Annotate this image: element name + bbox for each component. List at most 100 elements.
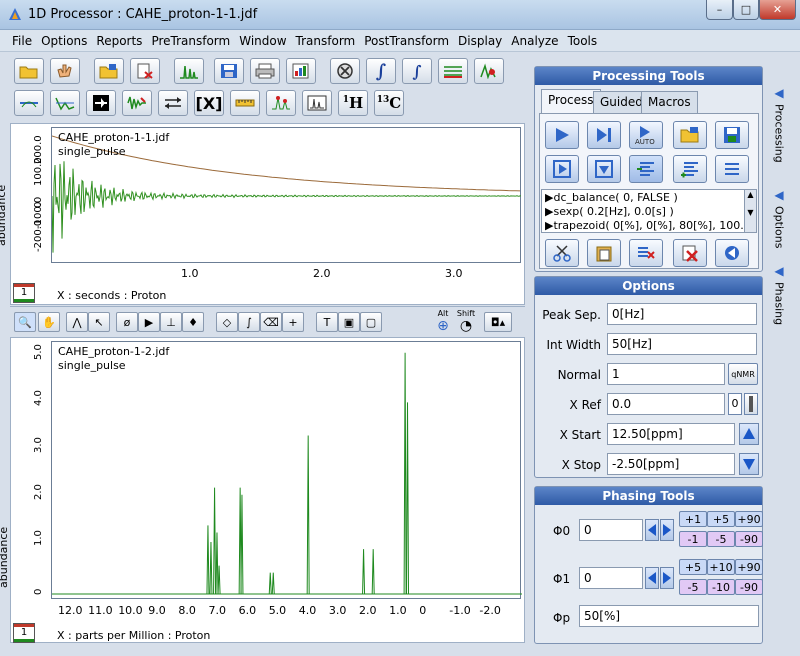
down-box-icon[interactable] — [587, 155, 621, 183]
peak-label-icon[interactable] — [266, 90, 296, 116]
xref-tool-icon[interactable] — [744, 393, 758, 415]
save-macro-icon[interactable] — [715, 121, 749, 149]
phi0-right-icon[interactable] — [660, 519, 674, 541]
side-tab-processing[interactable]: ◀ Processing — [768, 86, 790, 176]
save-icon[interactable] — [214, 58, 244, 84]
menu-reports[interactable]: Reports — [96, 34, 142, 48]
tab-macros[interactable]: Macros — [641, 91, 698, 113]
menu-transform[interactable]: Transform — [296, 34, 356, 48]
phi1-right-icon[interactable] — [660, 567, 674, 589]
macro-list[interactable]: ▶dc_balance( 0, FALSE ) ▶sexp( 0.2[Hz], … — [541, 189, 757, 233]
frame-tool-icon[interactable]: ▢ — [360, 312, 382, 332]
phi0-plus1-button[interactable]: +1 — [679, 511, 707, 527]
phi1-field[interactable]: 0 — [579, 567, 643, 589]
delete-item-icon[interactable] — [629, 239, 663, 267]
xref-zero-button[interactable]: 0 — [728, 393, 742, 415]
integrate-icon[interactable]: ∫ — [366, 58, 396, 84]
menu-posttransform[interactable]: PostTransform — [364, 34, 449, 48]
macro-scrollbar[interactable]: ▲ ▼ — [744, 190, 756, 232]
proton-mode-button[interactable]: 1H — [338, 90, 368, 116]
phi0-left-icon[interactable] — [645, 519, 659, 541]
carbon-mode-button[interactable]: 13C — [374, 90, 404, 116]
close-file-icon[interactable] — [130, 58, 160, 84]
auto-icon[interactable]: AUTO — [629, 121, 663, 149]
baseline-tool-icon[interactable]: ⊥ — [160, 312, 182, 332]
zoom-icon[interactable]: 🔍 — [14, 312, 36, 332]
qnmr-button[interactable]: qNMR — [728, 363, 758, 385]
side-tab-phasing[interactable]: ◀ Phasing — [768, 264, 790, 330]
view-mode-dropdown[interactable]: ◘▴ — [484, 312, 512, 332]
xstop-field[interactable]: -2.50[ppm] — [607, 453, 735, 475]
box-tool-icon[interactable]: ▣ — [338, 312, 360, 332]
maximize-button[interactable]: □ — [733, 0, 759, 20]
peak-tool-icon[interactable]: ♦ — [182, 312, 204, 332]
phi0-minus90-button[interactable]: -90 — [735, 531, 763, 547]
xstart-up-icon[interactable] — [739, 423, 759, 445]
xref-field[interactable]: 0.0 — [607, 393, 725, 415]
phase-tool-icon[interactable]: ø — [116, 312, 138, 332]
phi0-plus90-button[interactable]: +90 — [735, 511, 763, 527]
open-file-icon[interactable] — [94, 58, 124, 84]
text-tool-icon[interactable]: T — [316, 312, 338, 332]
undo-icon[interactable] — [715, 239, 749, 267]
phi1-plus5-button[interactable]: +5 — [679, 559, 707, 575]
peak-region-icon[interactable]: ⋀ — [66, 312, 88, 332]
peak-pick-icon[interactable] — [474, 58, 504, 84]
menu-pretransform[interactable]: PreTransform — [151, 34, 230, 48]
bracket-icon[interactable]: [X] — [194, 90, 224, 116]
int-width-field[interactable]: 50[Hz] — [607, 333, 757, 355]
phip-field[interactable]: 50[%] — [579, 605, 759, 627]
phi0-minus5-button[interactable]: -5 — [707, 531, 735, 547]
menu-display[interactable]: Display — [458, 34, 502, 48]
menu-tools[interactable]: Tools — [568, 34, 598, 48]
cancel-icon[interactable] — [330, 58, 360, 84]
menu-file[interactable]: File — [12, 34, 32, 48]
shift-zoom-icon[interactable]: Shift ◔ — [456, 309, 476, 335]
fid-plot-area[interactable]: CAHE_proton-1-1.jdf single_pulse — [51, 127, 521, 263]
phi1-plus90-button[interactable]: +90 — [735, 559, 763, 575]
print-icon[interactable] — [250, 58, 280, 84]
phi1-minus90-button[interactable]: -90 — [735, 579, 763, 595]
spectrum-plot-area[interactable]: CAHE_proton-1-2.jdf single_pulse — [51, 341, 522, 599]
spectrum-icon[interactable] — [174, 58, 204, 84]
menu-options[interactable]: Options — [41, 34, 87, 48]
menu-analyze[interactable]: Analyze — [511, 34, 558, 48]
macro-item[interactable]: ▶sexp( 0.2[Hz], 0.0[s] ) — [545, 205, 753, 219]
xstart-field[interactable]: 12.50[ppm] — [607, 423, 735, 445]
xstop-down-icon[interactable] — [739, 453, 759, 475]
load-macro-icon[interactable] — [673, 121, 707, 149]
phi0-minus1-button[interactable]: -1 — [679, 531, 707, 547]
phi1-minus5-button[interactable]: -5 — [679, 579, 707, 595]
spectrum-page-indicator[interactable]: 1 — [13, 623, 35, 643]
open-folder-icon[interactable] — [14, 58, 44, 84]
eraser-icon[interactable]: ⌫ — [260, 312, 282, 332]
paste-icon[interactable] — [587, 239, 621, 267]
integral-small-icon[interactable]: ∫ — [238, 312, 260, 332]
delete-all-icon[interactable] — [673, 239, 707, 267]
cursor-icon[interactable]: ↖ — [88, 312, 110, 332]
normal-field[interactable]: 1 — [607, 363, 725, 385]
hand-icon[interactable] — [50, 58, 80, 84]
phi1-minus10-button[interactable]: -10 — [707, 579, 735, 595]
run-icon[interactable] — [545, 121, 579, 149]
cut-icon[interactable] — [545, 239, 579, 267]
append-macro-icon[interactable] — [673, 155, 707, 183]
baseline-icon[interactable] — [438, 58, 468, 84]
ruler-icon[interactable] — [230, 90, 260, 116]
phi0-field[interactable]: 0 — [579, 519, 643, 541]
phi1-left-icon[interactable] — [645, 567, 659, 589]
step-icon[interactable] — [587, 121, 621, 149]
integral-tool-icon[interactable]: ∫ — [402, 58, 432, 84]
play-box-icon[interactable] — [545, 155, 579, 183]
insert-macro-icon[interactable] — [629, 155, 663, 183]
pan-hand-icon[interactable]: ✋ — [38, 312, 60, 332]
flip-icon[interactable] — [86, 90, 116, 116]
crosshair-icon[interactable]: + — [282, 312, 304, 332]
tab-process[interactable]: Process — [541, 89, 601, 113]
report-icon[interactable] — [286, 58, 316, 84]
shift-icon[interactable] — [158, 90, 188, 116]
menu-window[interactable]: Window — [239, 34, 286, 48]
phi1-plus10-button[interactable]: +10 — [707, 559, 735, 575]
side-tab-options[interactable]: ◀ Options — [768, 188, 790, 254]
fid-page-indicator[interactable]: 1 — [13, 283, 35, 303]
